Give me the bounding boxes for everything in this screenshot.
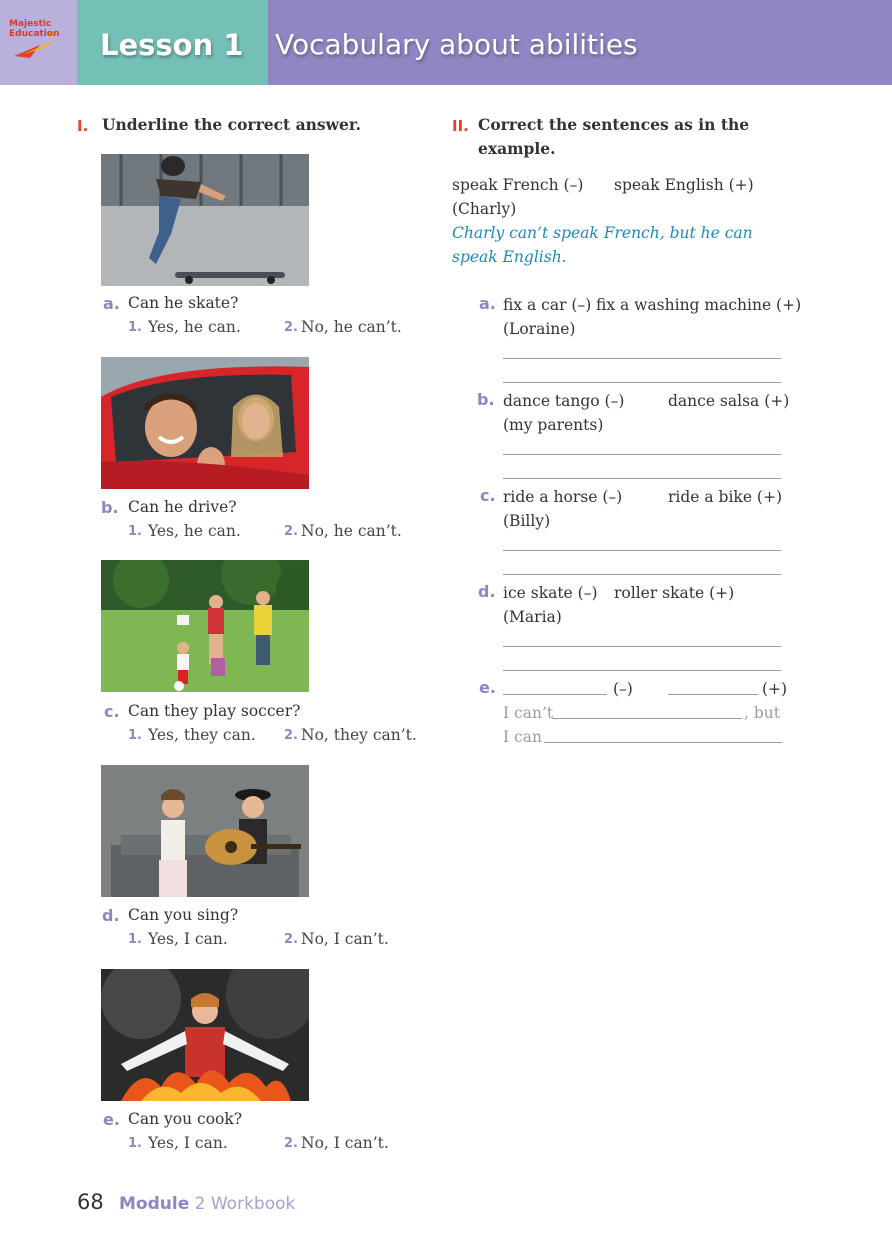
question-b-letter: b. (101, 498, 119, 517)
question-a-option-yes[interactable]: Yes, he can. (148, 318, 241, 336)
item-d-subject: (Maria) (503, 608, 562, 626)
item-e-line1-blank[interactable] (552, 718, 742, 719)
item-e-line1-end: , but (744, 704, 780, 722)
item-b-negative: dance tango (–) (503, 392, 625, 410)
item-d-negative: ice skate (–) (503, 584, 598, 602)
question-b-option-no[interactable]: No, he can’t. (301, 522, 402, 540)
footer-module: Module 2 Workbook (119, 1194, 296, 1214)
item-a-letter: a. (479, 294, 496, 313)
photo-skateboarder (101, 154, 309, 286)
question-d-option-yes[interactable]: Yes, I can. (148, 930, 228, 948)
question-c-opt2-num: 2. (284, 728, 298, 743)
question-c-option-yes[interactable]: Yes, they can. (148, 726, 256, 744)
question-b-text: Can he drive? (128, 498, 237, 516)
item-d-positive: roller skate (+) (614, 584, 735, 602)
item-c-answer-line-1[interactable] (503, 550, 781, 551)
question-e-letter: e. (103, 1110, 120, 1129)
item-e-negative-sign: (–) (613, 680, 633, 698)
question-e-opt1-num: 1. (128, 1136, 142, 1151)
question-c-text: Can they play soccer? (128, 702, 301, 720)
item-a-answer-line-2[interactable] (503, 382, 781, 383)
section2-title: Correct the sentences as in the example. (478, 115, 750, 158)
question-c-letter: c. (104, 702, 120, 721)
item-a-negative: fix a car (–) (503, 296, 592, 314)
question-a-text: Can he skate? (128, 294, 239, 312)
logo-icon (14, 31, 56, 58)
item-c-letter: c. (480, 486, 496, 505)
item-c-subject: (Billy) (503, 512, 551, 530)
question-d-opt2-num: 2. (284, 932, 298, 947)
question-e-option-yes[interactable]: Yes, I can. (148, 1134, 228, 1152)
photo-car-drivers (101, 357, 309, 489)
item-e-line2-start: I can (503, 728, 542, 746)
question-d-option-no[interactable]: No, I can’t. (301, 930, 389, 948)
item-b-positive: dance salsa (+) (668, 392, 790, 410)
question-e-text: Can you cook? (128, 1110, 243, 1128)
item-a-subject: (Loraine) (503, 320, 576, 338)
item-e-positive-blank[interactable] (668, 694, 758, 695)
item-b-subject: (my parents) (503, 416, 604, 434)
question-c-option-no[interactable]: No, they can’t. (301, 726, 417, 744)
example-positive: speak English (+) (614, 176, 754, 194)
question-b-option-yes[interactable]: Yes, he can. (148, 522, 241, 540)
example-answer: Charly can’t speak French, but he can sp… (452, 224, 753, 266)
question-a-option-no[interactable]: No, he can’t. (301, 318, 402, 336)
item-e-letter: e. (479, 678, 496, 697)
question-a-letter: a. (103, 294, 120, 313)
item-d-answer-line-2[interactable] (503, 670, 781, 671)
photo-guitar-singer (101, 765, 309, 897)
section1-number: I. (77, 117, 89, 135)
item-b-answer-line-2[interactable] (503, 478, 781, 479)
item-c-negative: ride a horse (–) (503, 488, 623, 506)
page-title: Vocabulary about abilities (275, 28, 638, 61)
item-b-letter: b. (477, 390, 495, 409)
question-e-opt2-num: 2. (284, 1136, 298, 1151)
section1-title: Underline the correct answer. (102, 115, 361, 134)
item-e-line2-blank[interactable] (544, 742, 782, 743)
question-d-letter: d. (102, 906, 120, 925)
item-e-negative-blank[interactable] (503, 694, 607, 695)
example-subject: (Charly) (452, 200, 517, 218)
question-a-opt2-num: 2. (284, 320, 298, 335)
item-a-answer-line-1[interactable] (503, 358, 781, 359)
question-a-opt1-num: 1. (128, 320, 142, 335)
question-d-text: Can you sing? (128, 906, 239, 924)
question-b-opt2-num: 2. (284, 524, 298, 539)
item-c-positive: ride a bike (+) (668, 488, 783, 506)
item-a-positive: fix a washing machine (+) (596, 296, 802, 314)
example-negative: speak French (–) (452, 176, 584, 194)
photo-family-soccer (101, 560, 309, 692)
question-e-option-no[interactable]: No, I can’t. (301, 1134, 389, 1152)
question-d-opt1-num: 1. (128, 932, 142, 947)
item-b-answer-line-1[interactable] (503, 454, 781, 455)
item-d-letter: d. (478, 582, 496, 601)
item-c-answer-line-2[interactable] (503, 574, 781, 575)
item-e-positive-sign: (+) (762, 680, 788, 698)
section2-number: II. (452, 117, 469, 135)
logo-panel (0, 0, 77, 85)
photo-burning-pan (101, 969, 309, 1101)
item-d-answer-line-1[interactable] (503, 646, 781, 647)
question-b-opt1-num: 1. (128, 524, 142, 539)
lesson-label: Lesson 1 (100, 28, 244, 62)
item-e-line1-start: I can’t (503, 704, 554, 722)
page-number: 68 (77, 1190, 104, 1214)
question-c-opt1-num: 1. (128, 728, 142, 743)
logo-text: Majestic Education (9, 19, 60, 39)
